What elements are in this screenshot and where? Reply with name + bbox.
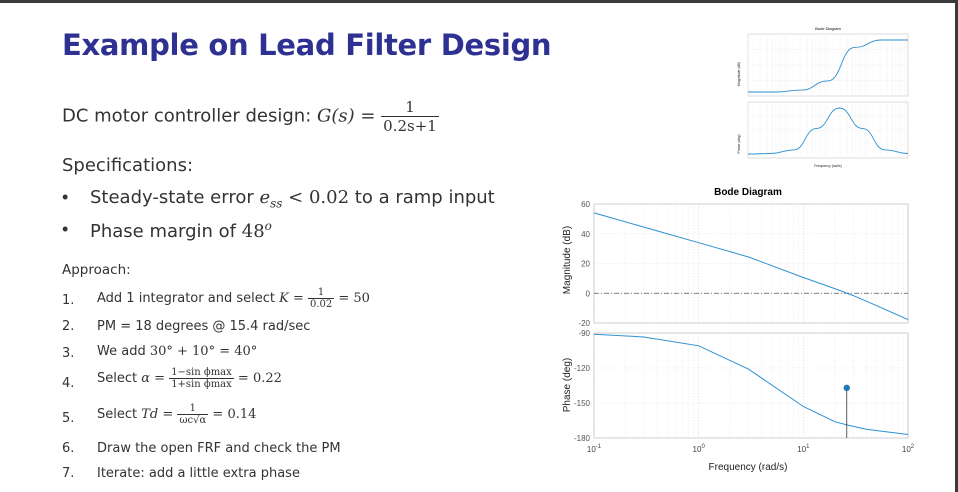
bode-diagram-chart: Bode Diagram Magnitude (dB) Phase (deg) … (562, 187, 915, 473)
y-tick-label: 0 (586, 289, 591, 298)
spec-text-tail: to a ramp input (349, 187, 495, 208)
phase-axis-label: Phase (deg) (562, 358, 573, 412)
fraction-denominator: ωc√α (179, 415, 207, 426)
step-number: 2. (62, 319, 75, 334)
step-text: Add 1 integrator and select (97, 291, 280, 306)
spec-text: Phase margin of (90, 221, 242, 242)
inset-frequency-label: Frequency (rad/s) (814, 164, 842, 168)
step-math: α = (141, 371, 170, 386)
x-tick-label: 100 (693, 444, 706, 454)
step-7: Iterate: add a little extra phase (97, 466, 300, 481)
step-number: 7. (62, 466, 75, 481)
spec-math-tail: < 0.02 (282, 187, 350, 208)
step-fraction: 1 0.02 (307, 287, 335, 310)
chart-title: Bode Diagram (714, 187, 782, 198)
slide-title: Example on Lead Filter Design (62, 28, 552, 62)
fraction-numerator: 1 (177, 403, 209, 415)
bullet-glyph: • (62, 219, 69, 239)
y-tick-label: -180 (574, 434, 591, 443)
dc-motor-prefix: DC motor controller design: (62, 105, 317, 127)
y-tick-label: 40 (581, 230, 590, 239)
spec-math: e (259, 187, 271, 208)
inset-magnitude-label: Magnitude (dB) (737, 62, 741, 86)
step-number: 1. (62, 293, 75, 308)
y-tick-label: 60 (581, 200, 590, 209)
step-2: PM = 18 degrees @ 15.4 rad/sec (97, 319, 311, 334)
frequency-axis-label: Frequency (rad/s) (709, 462, 788, 473)
x-tick-label: 102 (902, 444, 915, 454)
step-3: We add 30° + 10° = 40° (97, 344, 257, 359)
transfer-function-fraction: 1 0.2s+1 (381, 98, 439, 135)
spec-math: 48 (241, 221, 265, 242)
specs-heading: Specifications: (62, 155, 194, 176)
y-tick-label: -120 (574, 364, 591, 373)
fraction-denominator: 1+sin ϕmax (171, 379, 232, 390)
step-math: 30° + 10° = 40° (149, 344, 258, 359)
inset-phase-label: Phase (deg) (737, 134, 741, 153)
transfer-function-label: G(s) = (316, 105, 382, 127)
step-number: 5. (62, 411, 75, 426)
phase-margin-marker (843, 384, 850, 392)
step-number: 6. (62, 441, 75, 456)
step-1: Add 1 integrator and select K = 1 0.02 = … (97, 287, 370, 310)
y-tick-label: -150 (574, 399, 591, 408)
phase-panel (593, 332, 909, 439)
spec-text: Steady-state error (90, 187, 260, 208)
x-tick-label: 10-1 (587, 444, 602, 454)
spec-subscript: ss (270, 196, 283, 211)
fraction-denominator: 0.02 (309, 299, 333, 310)
step-math: Td = (141, 407, 178, 422)
step-text: Select (97, 407, 142, 422)
fraction-numerator: 1 (381, 98, 439, 117)
dc-motor-line: DC motor controller design: G(s) = 1 0.2s… (62, 98, 439, 135)
step-4: Select α = 1−sin ϕmax 1+sin ϕmax = 0.22 (97, 367, 282, 390)
step-text: We add (97, 344, 150, 359)
inset-chart-title: Bode Diagram (815, 26, 841, 31)
step-math: K = (279, 291, 308, 306)
step-math-tail: = 0.22 (233, 371, 282, 386)
step-fraction: 1 ωc√α (177, 403, 209, 426)
spec-item-phase-margin: Phase margin of 48o (90, 219, 272, 242)
y-tick-label: -20 (578, 319, 590, 328)
step-number: 3. (62, 346, 75, 361)
step-6: Draw the open FRF and check the PM (97, 441, 341, 456)
y-tick-label: 20 (581, 260, 590, 269)
step-math-tail: = 0.14 (208, 407, 257, 422)
spec-item-steady-state: Steady-state error ess < 0.02 to a ramp … (90, 187, 495, 211)
step-math-tail: = 50 (334, 291, 370, 306)
fraction-numerator: 1−sin ϕmax (169, 367, 234, 379)
inset-bode-diagram: Bode Diagram Magnitude (dB) Phase (deg) … (737, 26, 909, 168)
step-fraction: 1−sin ϕmax 1+sin ϕmax (169, 367, 234, 390)
step-5: Select Td = 1 ωc√α = 0.14 (97, 403, 256, 426)
y-tick-label: -90 (578, 329, 590, 338)
bullet-glyph: • (62, 187, 69, 207)
step-text: Select (97, 371, 142, 386)
fraction-numerator: 1 (307, 287, 335, 299)
magnitude-axis-label: Magnitude (dB) (562, 226, 573, 294)
approach-heading: Approach: (62, 262, 131, 278)
spec-superscript: o (264, 219, 272, 233)
slide-top-border (0, 0, 958, 3)
fraction-denominator: 0.2s+1 (383, 117, 437, 135)
x-tick-label: 101 (797, 444, 810, 454)
step-number: 4. (62, 376, 75, 391)
